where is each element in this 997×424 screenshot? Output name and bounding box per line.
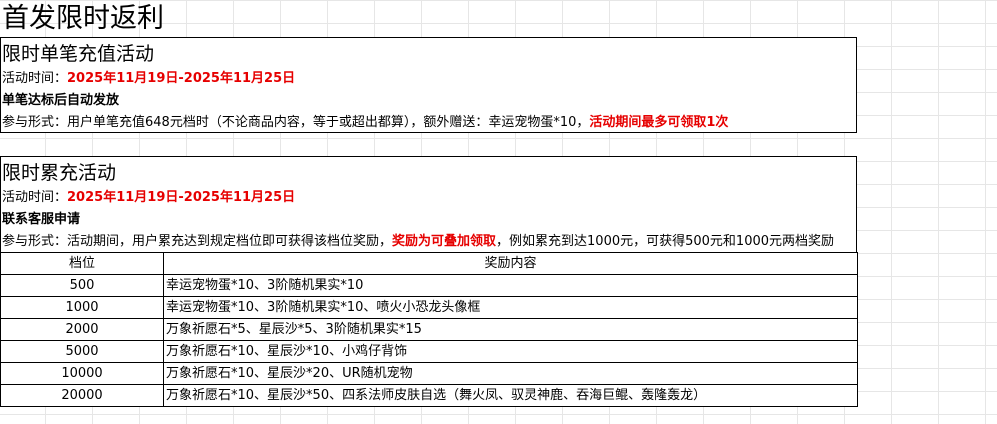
reward-cell: 万象祈愿石*10、星辰沙*20、UR随机宠物 (163, 362, 858, 385)
level-cell: 5000 (0, 340, 164, 363)
table-row: 2000 万象祈愿石*5、星辰沙*5、3阶随机果实*15 (0, 318, 858, 341)
time-value: 2025年11月19日-2025年11月25日 (67, 190, 296, 205)
table-header-row: 档位 奖励内容 (0, 252, 858, 275)
table-row: 500 幸运宠物蛋*10、3阶随机果实*10 (0, 274, 858, 297)
distribution-note: 单笔达标后自动发放 (2, 93, 120, 108)
table-row: 10000 万象祈愿石*10、星辰沙*20、UR随机宠物 (0, 362, 858, 385)
header-level: 档位 (0, 252, 164, 275)
cumulative-recharge-section: 限时累充活动 活动时间：2025年11月19日-2025年11月25日 联系客服… (0, 156, 857, 252)
reward-cell: 幸运宠物蛋*10、3阶随机果实*10 (163, 274, 858, 297)
rule-highlight: 奖励为可叠加领取 (392, 234, 497, 249)
reward-table: 档位 奖励内容 500 幸运宠物蛋*10、3阶随机果实*10 1000 幸运宠物… (0, 252, 858, 407)
page-title: 首发限时返利 (2, 3, 164, 34)
reward-cell: 万象祈愿石*5、星辰沙*5、3阶随机果实*15 (163, 318, 858, 341)
single-recharge-section: 限时单笔充值活动 活动时间：2025年11月19日-2025年11月25日 单笔… (0, 37, 857, 133)
activity-time: 活动时间：2025年11月19日-2025年11月25日 (2, 69, 295, 89)
reward-cell: 万象祈愿石*10、星辰沙*10、小鸡仔背饰 (163, 340, 858, 363)
activity-time: 活动时间：2025年11月19日-2025年11月25日 (2, 188, 295, 208)
section-title: 限时累充活动 (2, 162, 117, 184)
table-row: 1000 幸运宠物蛋*10、3阶随机果实*10、喷火小恐龙头像框 (0, 296, 858, 319)
participation-rule: 参与形式：用户单笔充值648元档时（不论商品内容，等于或超出都算），额外赠送：幸… (2, 113, 728, 133)
participation-rule: 参与形式：活动期间，用户累充达到规定档位即可获得该档位奖励，奖励为可叠加领取，例… (2, 232, 834, 252)
rule-suffix: ，例如累充到达1000元，可获得500元和1000元两档奖励 (496, 234, 835, 249)
level-cell: 10000 (0, 362, 164, 385)
reward-cell: 万象祈愿石*10、星辰沙*50、四系法师皮肤自选（舞火凤、驭灵神鹿、吞海巨鲲、轰… (163, 384, 858, 407)
level-cell: 2000 (0, 318, 164, 341)
level-cell: 500 (0, 274, 164, 297)
time-label: 活动时间： (2, 71, 68, 86)
header-reward: 奖励内容 (163, 252, 858, 275)
reward-cell: 幸运宠物蛋*10、3阶随机果实*10、喷火小恐龙头像框 (163, 296, 858, 319)
contact-note: 联系客服申请 (2, 212, 81, 227)
time-value: 2025年11月19日-2025年11月25日 (67, 71, 296, 86)
level-cell: 1000 (0, 296, 164, 319)
table-row: 5000 万象祈愿石*10、星辰沙*10、小鸡仔背饰 (0, 340, 858, 363)
table-row: 20000 万象祈愿石*10、星辰沙*50、四系法师皮肤自选（舞火凤、驭灵神鹿、… (0, 384, 858, 407)
rule-text: 参与形式：用户单笔充值648元档时（不论商品内容，等于或超出都算），额外赠送：幸… (2, 115, 590, 130)
level-cell: 20000 (0, 384, 164, 407)
rule-highlight: 活动期间最多可领取1次 (589, 115, 729, 130)
time-label: 活动时间： (2, 190, 68, 205)
rule-text: 参与形式：活动期间，用户累充达到规定档位即可获得该档位奖励， (2, 234, 393, 249)
section-title: 限时单笔充值活动 (2, 43, 155, 65)
